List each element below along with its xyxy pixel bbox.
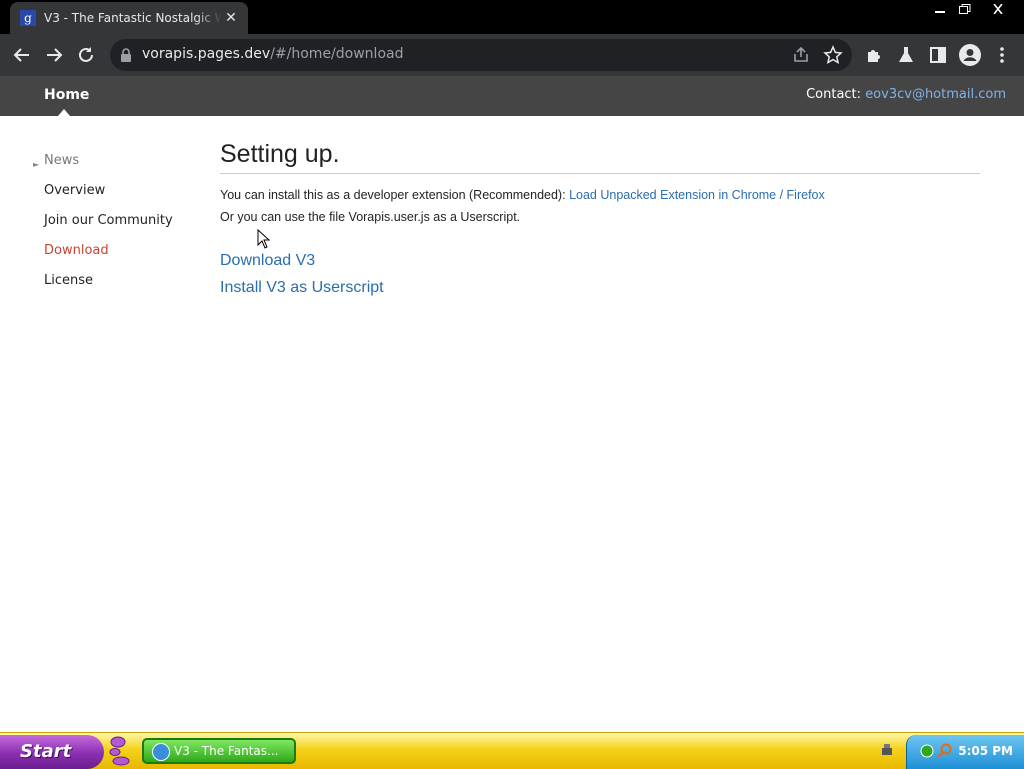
- start-decoration-icon: [109, 736, 130, 766]
- sidebar-item-news[interactable]: News: [44, 153, 79, 168]
- sidebar-item-download[interactable]: Download: [44, 243, 109, 258]
- title-divider: [220, 173, 980, 174]
- tab-title: V3 - The Fantastic Nostalgic Windows: [44, 11, 222, 25]
- browser-tab[interactable]: g V3 - The Fantastic Nostalgic Windows ✕: [10, 2, 248, 34]
- favicon-icon: g: [20, 10, 36, 26]
- url-path: /#/home/download: [270, 46, 404, 62]
- sidebar-item-overview[interactable]: Overview: [44, 183, 105, 198]
- browser-tab-strip: g V3 - The Fantastic Nostalgic Windows ✕: [0, 0, 1024, 34]
- taskbar: Start V3 - The Fantas... 5:05 PM: [0, 732, 1024, 769]
- extensions-icon[interactable]: [862, 43, 886, 67]
- share-icon[interactable]: [791, 45, 811, 65]
- sidepanel-icon[interactable]: [926, 43, 950, 67]
- install-userscript-link[interactable]: Install V3 as Userscript: [220, 279, 384, 297]
- address-bar[interactable]: vorapis.pages.dev/#/home/download: [110, 39, 852, 71]
- install-extension-line: You can install this as a developer exte…: [220, 188, 825, 202]
- active-caret-icon: [58, 109, 70, 116]
- browser-toolbar: vorapis.pages.dev/#/home/download: [0, 34, 1024, 76]
- url-text[interactable]: vorapis.pages.dev/#/home/download: [142, 46, 403, 62]
- printer-tray-icon[interactable]: [880, 743, 894, 757]
- lock-icon[interactable]: [120, 48, 132, 62]
- url-host: vorapis.pages.dev: [142, 46, 271, 62]
- search-tray-icon[interactable]: [937, 743, 953, 759]
- download-v3-link[interactable]: Download V3: [220, 252, 315, 270]
- sidebar-item-community[interactable]: Join our Community: [44, 213, 173, 228]
- close-icon[interactable]: [980, 0, 1016, 18]
- profile-icon[interactable]: [958, 43, 982, 67]
- tab-close-icon[interactable]: ✕: [222, 9, 240, 27]
- load-unpacked-link[interactable]: Load Unpacked Extension in Chrome / Fire…: [569, 188, 825, 202]
- start-button[interactable]: Start: [0, 735, 104, 769]
- page-title: Setting up.: [220, 140, 340, 168]
- star-icon[interactable]: [823, 45, 843, 65]
- mouse-cursor-icon: [257, 229, 271, 249]
- contact-info: Contact: eov3cv@hotmail.com: [806, 87, 1006, 102]
- install-extension-text: You can install this as a developer exte…: [220, 188, 566, 202]
- system-tray: 5:05 PM: [906, 735, 1024, 769]
- taskbar-window-label: V3 - The Fantas...: [174, 744, 279, 758]
- reload-icon[interactable]: [74, 43, 98, 67]
- menu-icon[interactable]: [990, 43, 1014, 67]
- bullet-icon: ►: [33, 160, 40, 169]
- clock: 5:05 PM: [958, 744, 1013, 758]
- contact-label: Contact:: [806, 87, 862, 102]
- back-icon[interactable]: [10, 43, 34, 67]
- taskbar-window-button[interactable]: V3 - The Fantas...: [142, 738, 296, 764]
- forward-icon[interactable]: [42, 43, 66, 67]
- labs-icon[interactable]: [894, 43, 918, 67]
- nav-home-link[interactable]: Home: [44, 87, 89, 103]
- contact-email-link[interactable]: eov3cv@hotmail.com: [865, 87, 1006, 102]
- browser-task-icon: [152, 743, 170, 761]
- site-header: Home Contact: eov3cv@hotmail.com: [0, 76, 1024, 116]
- minimize-icon[interactable]: [928, 0, 952, 18]
- restore-icon[interactable]: [952, 0, 978, 18]
- userscript-text: Or you can use the file Vorapis.user.js …: [220, 210, 521, 224]
- network-tray-icon[interactable]: [919, 743, 935, 759]
- sidebar-item-license[interactable]: License: [44, 273, 93, 288]
